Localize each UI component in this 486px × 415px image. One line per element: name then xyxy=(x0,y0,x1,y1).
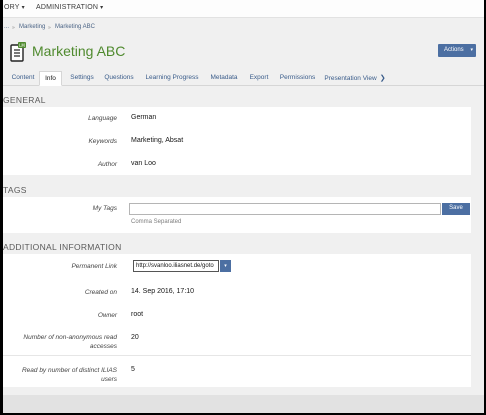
tab-presentation-view[interactable]: Presentation View ❯ xyxy=(324,71,386,85)
language-value: German xyxy=(131,114,157,121)
owner-label: Owner xyxy=(97,312,117,319)
tab-permissions[interactable]: Permissions xyxy=(276,71,319,85)
my-tags-input[interactable] xyxy=(129,203,441,215)
actions-button-label: Actions xyxy=(444,47,464,53)
section-tags-heading: TAGS xyxy=(3,185,27,195)
tab-settings[interactable]: Settings xyxy=(67,71,97,85)
section-general-heading: GENERAL xyxy=(3,95,46,105)
row-divider xyxy=(3,355,471,356)
tab-learning-progress[interactable]: Learning Progress xyxy=(143,71,201,85)
permanent-link-label: Permanent Link xyxy=(71,263,117,270)
breadcrumb-item-marketing[interactable]: Marketing xyxy=(19,24,45,30)
page-header: LM Marketing ABC Actions ▾ xyxy=(3,37,484,71)
chevron-down-icon: ▾ xyxy=(100,5,104,11)
learning-module-icon: LM xyxy=(10,42,26,62)
tab-export[interactable]: Export xyxy=(246,71,272,85)
chevron-down-icon: ▾ xyxy=(21,5,25,11)
footer-area xyxy=(3,395,484,413)
tab-questions[interactable]: Questions xyxy=(101,71,137,85)
chevron-down-icon: ▾ xyxy=(470,47,473,53)
keywords-value: Marketing, Absat xyxy=(131,137,184,144)
top-navigation-bar: ORY ▾ ADMINISTRATION ▾ xyxy=(3,0,484,18)
permanent-link-field[interactable]: http://svanloo.iliasnet.de/goto xyxy=(133,260,219,272)
tab-bar: Content Info Settings Questions Learning… xyxy=(3,71,484,86)
tab-presentation-view-label: Presentation View xyxy=(324,75,377,82)
my-tags-label: My Tags xyxy=(92,205,117,212)
topnav-administration-label: ADMINISTRATION xyxy=(36,4,99,11)
breadcrumb-item-root[interactable]: ... xyxy=(4,24,9,30)
author-value: van Loo xyxy=(131,160,156,167)
section-additional-heading: ADDITIONAL INFORMATION xyxy=(3,242,122,252)
distinct-users-label: Read by number of distinct ILIAS users xyxy=(21,367,117,383)
breadcrumb-separator: » xyxy=(48,25,51,31)
topnav-administration-menu[interactable]: ADMINISTRATION ▾ xyxy=(36,4,103,11)
chevron-down-icon: ▾ xyxy=(224,263,227,269)
breadcrumb: ... » Marketing » Marketing ABC xyxy=(3,18,484,37)
app-window: ORY ▾ ADMINISTRATION ▾ ... » Marketing » M… xyxy=(0,0,486,415)
topnav-repository-label: ORY xyxy=(4,4,20,11)
actions-button[interactable]: Actions ▾ xyxy=(438,44,476,57)
topnav-repository-menu[interactable]: ORY ▾ xyxy=(4,4,25,11)
breadcrumb-item-current[interactable]: Marketing ABC xyxy=(55,24,95,30)
save-tags-button[interactable]: Save xyxy=(442,203,470,215)
keywords-label: Keywords xyxy=(88,138,117,145)
owner-value: root xyxy=(131,311,144,318)
read-accesses-label: Number of non-anonymous read accesses xyxy=(23,334,117,350)
created-on-label: Created on xyxy=(84,289,117,296)
created-on-value: 14. Sep 2016, 17:10 xyxy=(131,288,195,295)
svg-text:LM: LM xyxy=(19,43,25,48)
distinct-users-value: 5 xyxy=(131,366,135,373)
tab-info[interactable]: Info xyxy=(39,71,62,86)
author-label: Author xyxy=(97,161,117,168)
page-title: Marketing ABC xyxy=(32,43,126,59)
tab-metadata[interactable]: Metadata xyxy=(206,71,242,85)
breadcrumb-separator: » xyxy=(12,25,15,31)
tab-content[interactable]: Content xyxy=(10,71,36,85)
tags-hint: Comma Separated xyxy=(131,219,182,225)
permalink-dropdown-button[interactable]: ▾ xyxy=(220,260,231,272)
language-label: Language xyxy=(88,115,117,122)
chevron-right-icon: ❯ xyxy=(379,75,386,82)
read-accesses-value: 20 xyxy=(131,334,139,341)
